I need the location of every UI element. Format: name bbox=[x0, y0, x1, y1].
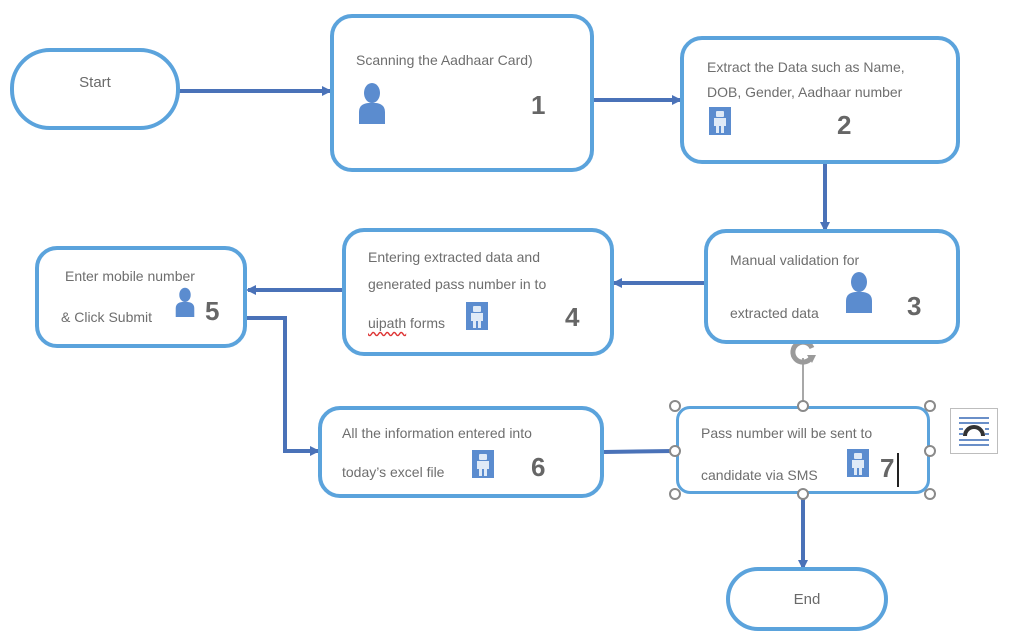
step-5-number: 5 bbox=[205, 296, 220, 326]
step-6-excel-entry[interactable]: All the information entered into today’s… bbox=[318, 406, 604, 498]
step-1-scan-aadhaar[interactable]: Scanning the Aadhaar Card) 1 bbox=[330, 14, 594, 172]
step-3-text-line-2: extracted data bbox=[730, 305, 819, 321]
step-3-number: 3 bbox=[907, 291, 922, 321]
step-4-number: 4 bbox=[565, 302, 580, 332]
step-2-text-line-2: DOB, Gender, Aadhaar number bbox=[707, 84, 903, 100]
layout-options-button[interactable] bbox=[950, 408, 998, 454]
resize-handle-middle-left[interactable] bbox=[669, 445, 681, 457]
step-4-text-line-2: generated pass number in to bbox=[368, 276, 547, 292]
step-4-text-tail: forms bbox=[406, 315, 446, 331]
step-7-number: 7 bbox=[880, 453, 895, 483]
step-6-text-line-2: today’s excel file bbox=[342, 464, 445, 480]
resize-handle-middle-right[interactable] bbox=[924, 445, 936, 457]
step-7-text-line-1: Pass number will be sent to bbox=[701, 425, 873, 441]
step-3-text-line-1: Manual validation for bbox=[730, 252, 860, 268]
spellcheck-underlined-word[interactable]: uipath bbox=[368, 315, 406, 331]
start-node[interactable]: Start bbox=[10, 48, 180, 130]
text-wrap-layout-icon bbox=[959, 417, 989, 446]
resize-handle-top-left[interactable] bbox=[669, 400, 681, 412]
robot-icon bbox=[709, 107, 731, 135]
resize-handle-top-center[interactable] bbox=[797, 400, 809, 412]
person-icon bbox=[359, 83, 385, 124]
step-1-text: Scanning the Aadhaar Card) bbox=[356, 52, 533, 68]
step-2-extract-data[interactable]: Extract the Data such as Name, DOB, Gend… bbox=[680, 36, 960, 164]
resize-handle-top-right[interactable] bbox=[924, 400, 936, 412]
end-label: End bbox=[793, 590, 821, 608]
step-4-text-line-3: uipath forms bbox=[368, 308, 445, 339]
step-6-number: 6 bbox=[531, 452, 546, 482]
start-label: Start bbox=[79, 73, 111, 91]
resize-handle-bottom-right[interactable] bbox=[924, 488, 936, 500]
step-1-number: 1 bbox=[531, 90, 546, 120]
person-icon bbox=[846, 272, 872, 313]
robot-icon bbox=[466, 302, 488, 330]
robot-icon bbox=[472, 450, 494, 478]
step-3-manual-validation[interactable]: Manual validation for extracted data 3 bbox=[704, 229, 960, 344]
edge-5-6 bbox=[246, 316, 320, 456]
robot-icon bbox=[847, 449, 869, 477]
step-6-text-line-1: All the information entered into bbox=[342, 425, 532, 441]
step-2-number: 2 bbox=[837, 110, 852, 140]
resize-handle-bottom-center[interactable] bbox=[797, 488, 809, 500]
person-icon bbox=[175, 287, 195, 317]
step-5-enter-mobile[interactable]: Enter mobile number & Click Submit 5 bbox=[35, 246, 247, 348]
text-cursor bbox=[897, 453, 899, 487]
resize-handle-bottom-left[interactable] bbox=[669, 488, 681, 500]
rotate-handle[interactable] bbox=[788, 336, 818, 366]
step-5-text-line-2: & Click Submit bbox=[61, 309, 153, 325]
edge-6-7 bbox=[603, 449, 675, 454]
step-7-text-line-2: candidate via SMS bbox=[701, 467, 818, 483]
end-node[interactable]: End bbox=[726, 567, 888, 631]
step-7-send-sms[interactable]: Pass number will be sent to candidate vi… bbox=[676, 406, 930, 494]
step-4-enter-uipath-forms[interactable]: Entering extracted data and generated pa… bbox=[342, 228, 614, 356]
